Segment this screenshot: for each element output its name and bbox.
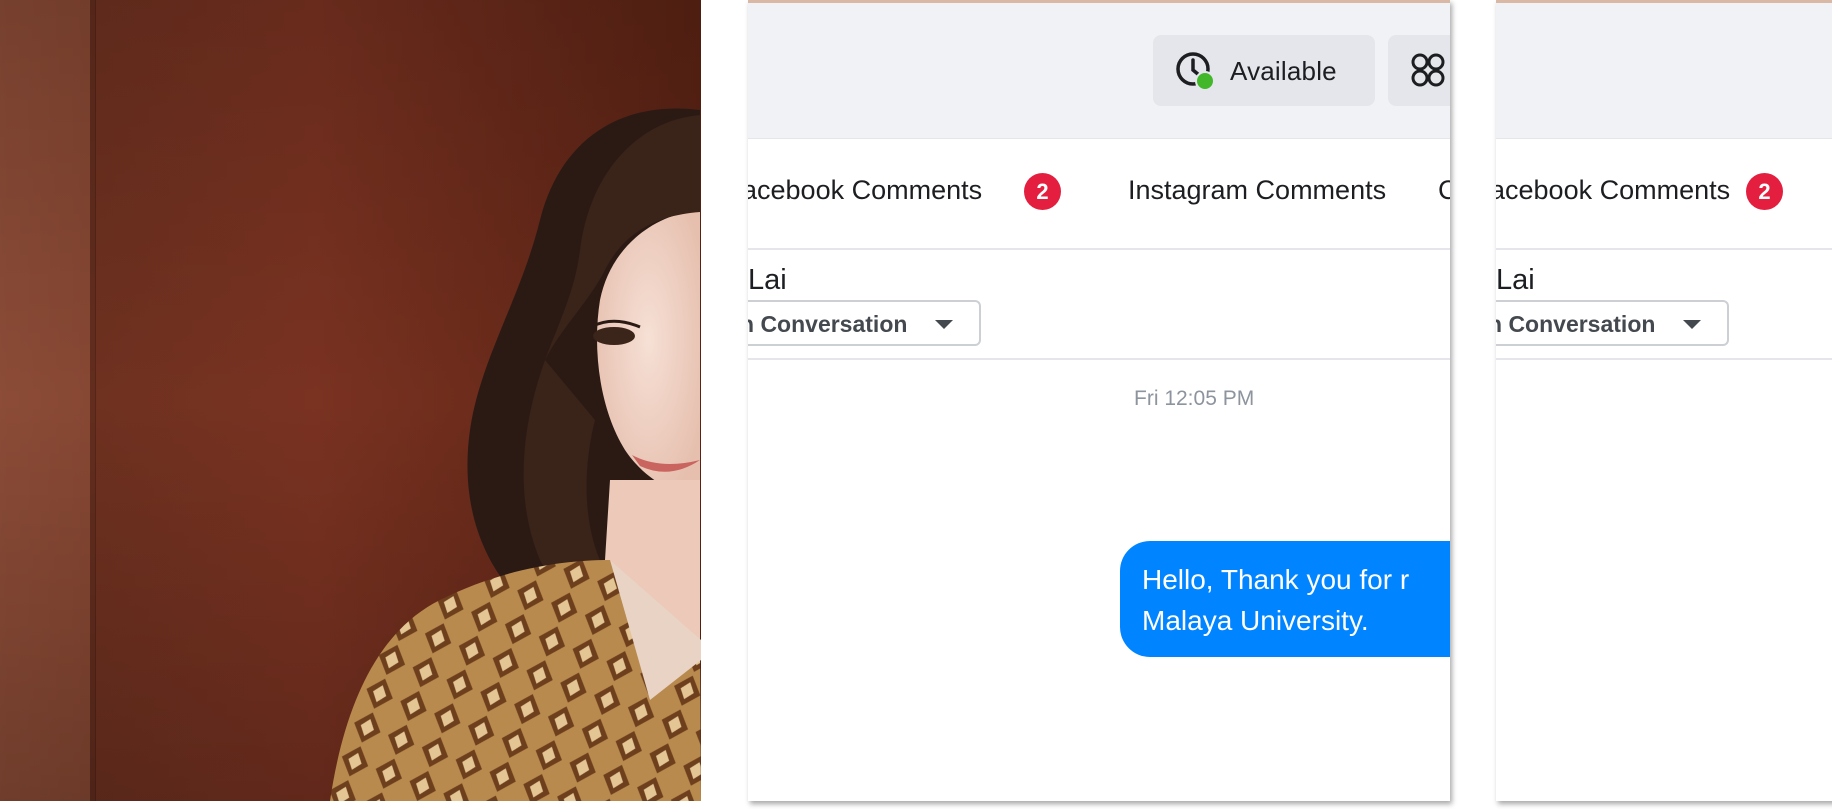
conversation-status-dropdown[interactable]: n Conversation	[748, 300, 981, 346]
tab-facebook-comments[interactable]: acebook Comments	[748, 175, 982, 206]
caret-down-icon	[1683, 320, 1701, 329]
conversation-status-value: n Conversation	[748, 311, 908, 337]
inbox-header: Available	[748, 3, 1450, 139]
inbox-header	[1496, 3, 1832, 139]
message-timestamp: Fri 12:05 PM	[1134, 387, 1255, 410]
conversation-header: Lai n Conversation	[748, 250, 1450, 360]
contact-name: Lai	[1496, 264, 1535, 296]
conversation-status-value: n Conversation	[1496, 311, 1656, 337]
profile-photo-image	[0, 0, 701, 801]
message-text: Hello, Thank you for r Malaya University…	[1142, 564, 1410, 636]
unread-count-badge: 2	[1746, 173, 1783, 210]
comment-tabs: acebook Comments 2	[1496, 139, 1832, 250]
inbox-panel-clipped: acebook Comments 2 Lai n Conversation	[1496, 0, 1832, 801]
profile-photo	[0, 0, 701, 801]
availability-label: Available	[1230, 56, 1337, 86]
contact-name: Lai	[748, 264, 787, 296]
tab-instagram-comments[interactable]: Instagram Comments	[1128, 175, 1386, 206]
tab-next[interactable]: C	[1438, 175, 1450, 206]
availability-button[interactable]: Available	[1153, 35, 1375, 106]
clock-icon	[1176, 52, 1214, 90]
inbox-panel: Available acebook Comments 2 Instagram C…	[748, 0, 1450, 801]
conversation-status-dropdown[interactable]: n Conversation	[1496, 300, 1729, 346]
caret-down-icon	[935, 320, 953, 329]
apps-grid-icon	[1411, 53, 1445, 87]
comment-tabs: acebook Comments 2 Instagram Comments C	[748, 139, 1450, 250]
apps-button[interactable]	[1388, 35, 1450, 106]
sent-message-bubble: Hello, Thank you for r Malaya University…	[1120, 541, 1450, 657]
tab-facebook-comments[interactable]: acebook Comments	[1496, 175, 1730, 206]
conversation-header: Lai n Conversation	[1496, 250, 1832, 360]
unread-count-badge: 2	[1024, 173, 1061, 210]
online-status-dot	[1195, 71, 1214, 90]
